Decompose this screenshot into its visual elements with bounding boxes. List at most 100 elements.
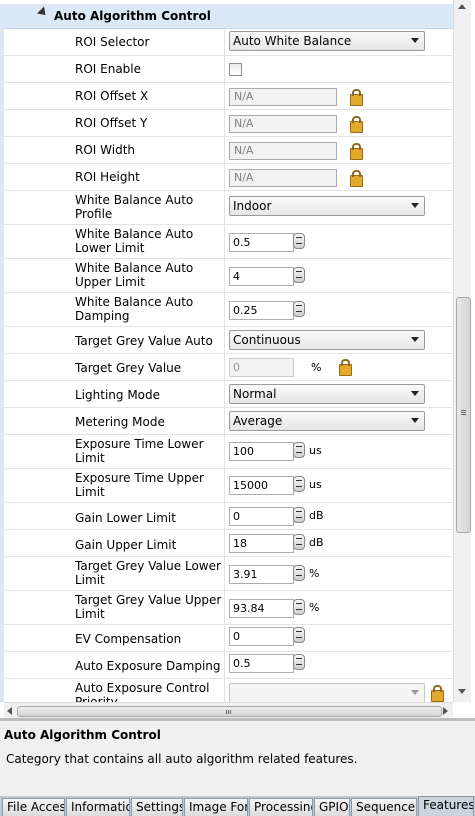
property-label: Auto Exposure Damping: [75, 659, 221, 673]
wb-upper-limit-input[interactable]: 4: [229, 267, 294, 286]
roi-selector-dropdown[interactable]: Auto White Balance: [229, 31, 425, 51]
tab-processing[interactable]: Processing: [249, 798, 313, 816]
unit-label: %: [309, 601, 320, 614]
unit-label: dB: [309, 536, 324, 549]
property-value-cell: N/A: [224, 164, 453, 190]
grip-line: [226, 710, 227, 714]
grip-line: [461, 414, 466, 415]
unit-label: %: [309, 567, 320, 580]
property-label: Gain Upper Limit: [75, 538, 177, 552]
property-row-gain-upper-limit: Gain Upper Limit 18 dB: [4, 530, 453, 557]
property-value-cell: Continuous: [224, 327, 453, 353]
property-label: ROI Offset Y: [75, 116, 148, 130]
roi-enable-checkbox[interactable]: [229, 63, 242, 76]
ev-compensation-input[interactable]: 0: [229, 627, 294, 646]
spin-button-icon[interactable]: [293, 599, 305, 615]
gain-upper-limit-input[interactable]: 18: [229, 534, 294, 553]
grip-line: [230, 710, 231, 714]
tab-sequencer[interactable]: Sequencer: [351, 798, 417, 816]
tab-settings[interactable]: Settings: [131, 798, 183, 816]
tab-gpio[interactable]: GPIO: [314, 798, 350, 816]
property-value-cell: [224, 56, 453, 82]
wb-damping-input[interactable]: 0.25: [229, 301, 294, 320]
property-label: White Balance Auto Upper Limit: [75, 261, 194, 289]
collapse-arrow-icon[interactable]: [36, 6, 50, 19]
spin-button-icon[interactable]: [293, 534, 305, 550]
property-label: Target Grey Value Auto: [75, 334, 213, 348]
lock-icon: [350, 143, 363, 160]
property-row-wb-damping: White Balance Auto Damping 0.25: [4, 293, 453, 327]
property-label: Target Grey Value: [75, 361, 182, 375]
spin-button-icon[interactable]: [293, 442, 305, 458]
category-header[interactable]: Auto Algorithm Control: [0, 4, 453, 29]
dropdown-value: Auto White Balance: [233, 34, 352, 48]
property-grid-panel: Auto Algorithm Control ROI Selector Auto…: [0, 0, 475, 718]
spin-button-icon[interactable]: [293, 654, 305, 670]
chevron-down-icon: [411, 690, 419, 695]
property-value-cell: 0.5: [224, 652, 453, 678]
property-label: Exposure Time Upper Limit: [75, 471, 204, 499]
property-value-cell: 0.5: [224, 225, 453, 258]
lock-icon: [431, 685, 444, 702]
property-label: ROI Selector: [75, 35, 150, 49]
property-row-lighting-mode: Lighting Mode Normal: [4, 381, 453, 408]
property-value-cell: Average: [224, 408, 453, 434]
roi-offset-y-field: N/A: [229, 115, 337, 133]
spin-button-icon[interactable]: [293, 476, 305, 492]
property-label: ROI Width: [75, 143, 135, 157]
property-label: White Balance Auto Damping: [75, 295, 194, 323]
property-label: Exposure Time Lower Limit: [75, 437, 204, 465]
ae-control-priority-dropdown: [229, 683, 425, 703]
scroll-up-arrow-icon[interactable]: [458, 4, 466, 9]
property-value-cell: 93.84 %: [224, 591, 453, 624]
tab-features[interactable]: Features: [418, 796, 474, 816]
wb-lower-limit-input[interactable]: 0.5: [229, 233, 294, 252]
property-label: White Balance Auto Profile: [75, 193, 194, 221]
property-value-cell: 15000 us: [224, 469, 453, 502]
spin-button-icon[interactable]: [293, 627, 305, 643]
property-label: ROI Height: [75, 170, 140, 184]
spin-button-icon[interactable]: [293, 267, 305, 283]
lighting-mode-dropdown[interactable]: Normal: [229, 384, 425, 404]
lock-icon: [350, 116, 363, 133]
unit-label: %: [311, 361, 322, 374]
scroll-down-arrow-icon[interactable]: [458, 689, 466, 694]
spin-button-icon[interactable]: [293, 233, 305, 249]
ae-damping-input[interactable]: 0.5: [229, 654, 294, 673]
wb-auto-profile-dropdown[interactable]: Indoor: [229, 196, 425, 216]
tab-file-access[interactable]: File Access: [2, 798, 65, 816]
target-grey-lower-limit-input[interactable]: 3.91: [229, 565, 294, 584]
property-row-target-grey-auto: Target Grey Value Auto Continuous: [4, 327, 453, 354]
property-row-target-grey-lower-limit: Target Grey Value Lower Limit 3.91 %: [4, 557, 453, 591]
spin-button-icon[interactable]: [293, 565, 305, 581]
tab-image-format[interactable]: Image For: [184, 798, 248, 816]
target-grey-upper-limit-input[interactable]: 93.84: [229, 599, 294, 618]
target-grey-value-input: 0: [229, 358, 294, 377]
scroll-right-arrow-icon[interactable]: [443, 707, 448, 715]
property-value-cell: 0 dB: [224, 503, 453, 529]
property-row-roi-offset-x: ROI Offset X N/A: [4, 83, 453, 110]
exposure-lower-limit-input[interactable]: 100: [229, 442, 294, 461]
spin-button-icon[interactable]: [293, 507, 305, 523]
vertical-scrollbar[interactable]: [453, 0, 471, 702]
property-row-wb-lower-limit: White Balance Auto Lower Limit 0.5: [4, 225, 453, 259]
target-grey-auto-dropdown[interactable]: Continuous: [229, 330, 425, 350]
property-value-cell: 100 us: [224, 435, 453, 468]
chevron-down-icon: [411, 38, 419, 43]
property-value-cell: 0.25: [224, 293, 453, 326]
property-label: EV Compensation: [75, 632, 182, 646]
tab-information[interactable]: Informatio: [66, 798, 130, 816]
metering-mode-dropdown[interactable]: Average: [229, 411, 425, 431]
chevron-down-icon: [411, 203, 419, 208]
horizontal-scroll-thumb[interactable]: [17, 706, 442, 717]
property-row-ae-damping: Auto Exposure Damping 0.5: [4, 652, 453, 679]
horizontal-scrollbar[interactable]: [4, 702, 453, 718]
description-title: Auto Algorithm Control: [4, 728, 161, 742]
property-value-cell: 0: [224, 625, 453, 651]
vertical-scroll-thumb[interactable]: [456, 297, 471, 533]
exposure-upper-limit-input[interactable]: 15000: [229, 476, 294, 495]
property-row-target-grey-value: Target Grey Value 0 %: [4, 354, 453, 381]
gain-lower-limit-input[interactable]: 0: [229, 507, 294, 526]
spin-button-icon[interactable]: [293, 301, 305, 317]
scroll-left-arrow-icon[interactable]: [7, 707, 12, 715]
